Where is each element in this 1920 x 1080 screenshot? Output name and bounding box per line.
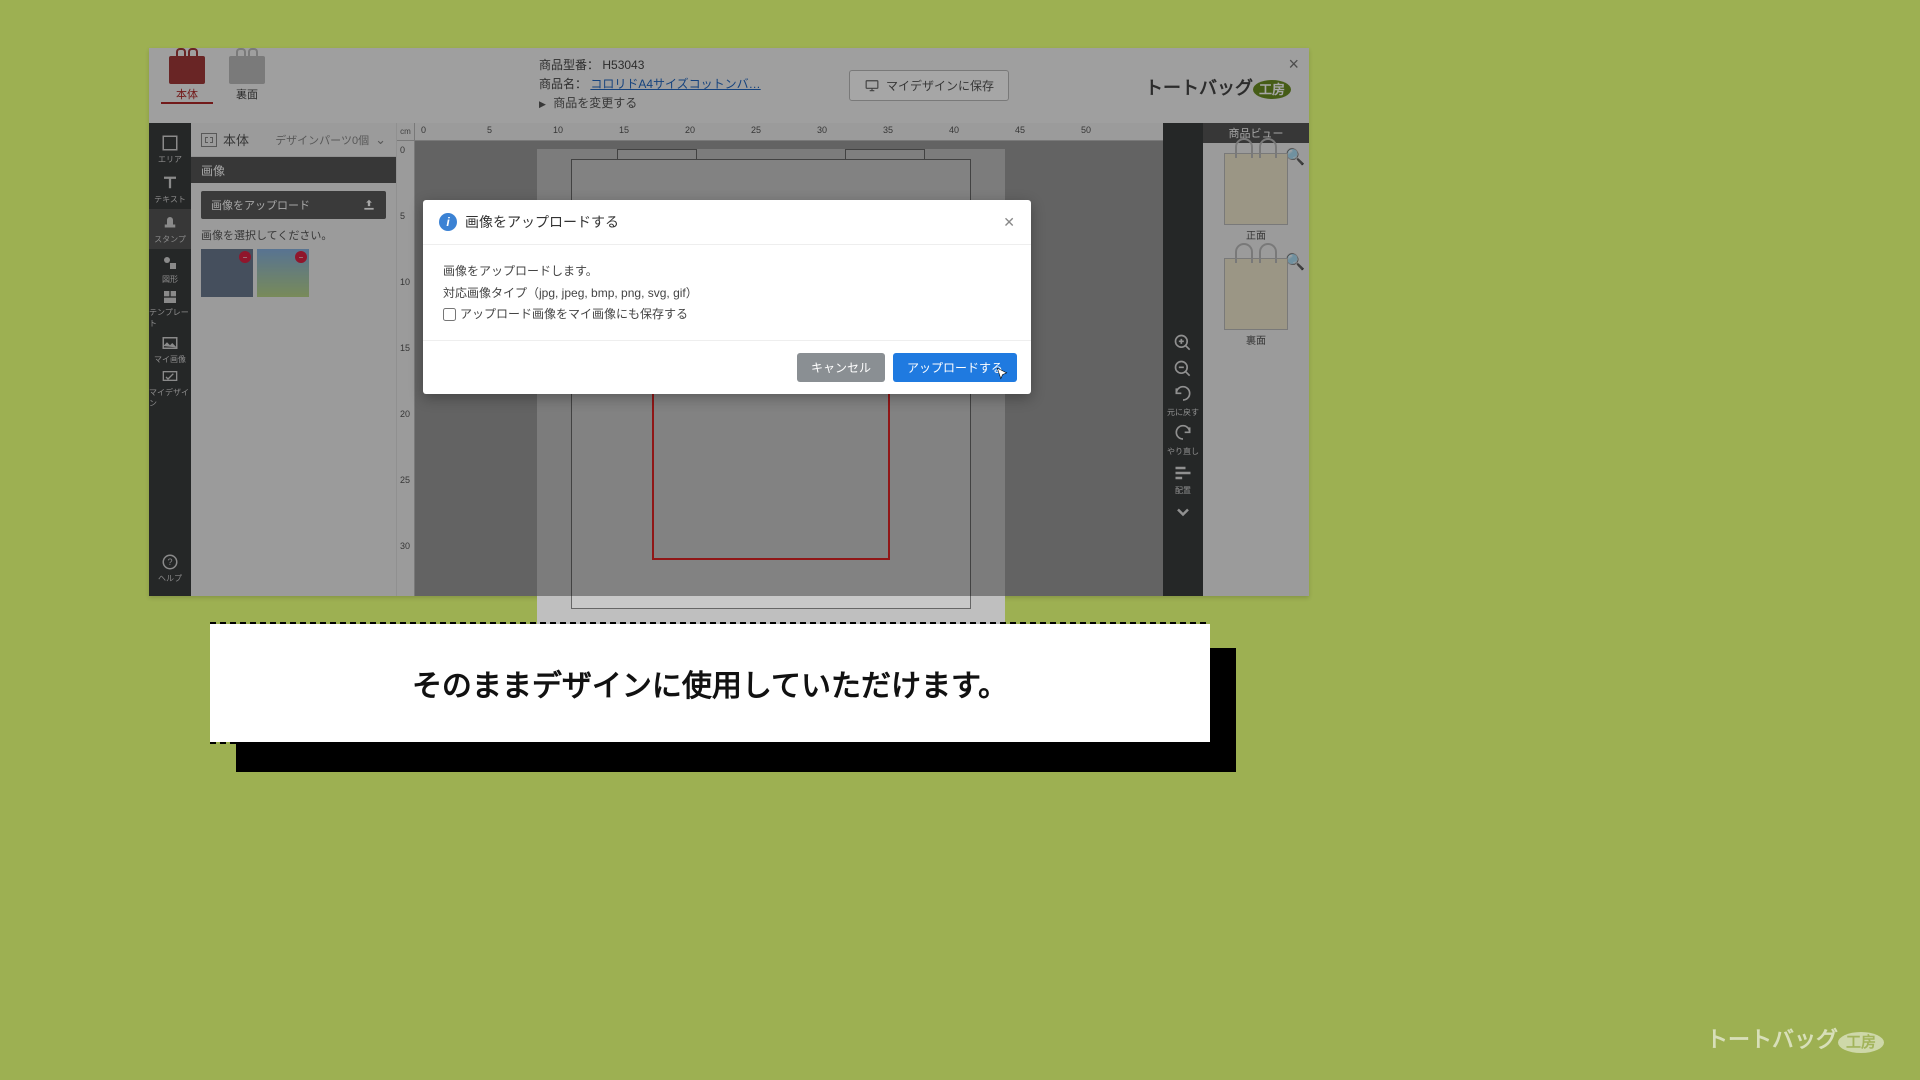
modal-text-line1: 画像をアップロードします。: [443, 261, 1011, 283]
upload-modal: i 画像をアップロードする ✕ 画像をアップロードします。 対応画像タイプ（jp…: [423, 200, 1031, 394]
modal-title: 画像をアップロードする: [465, 212, 619, 232]
caption: そのままデザインに使用していただけます。: [210, 624, 1210, 742]
checkbox-input[interactable]: [443, 308, 456, 321]
save-to-myimage-checkbox[interactable]: アップロード画像をマイ画像にも保存する: [443, 304, 1011, 326]
upload-submit-button[interactable]: アップロードする: [893, 353, 1017, 382]
modal-text-line2: 対応画像タイプ（jpg, jpeg, bmp, png, svg, gif）: [443, 283, 1011, 305]
modal-footer: キャンセル アップロードする: [423, 341, 1031, 394]
caption-card: そのままデザインに使用していただけます。: [210, 624, 1210, 742]
cursor-icon: [995, 367, 1009, 384]
cancel-button[interactable]: キャンセル: [797, 353, 885, 382]
caption-text: そのままデザインに使用していただけます。: [412, 661, 1008, 705]
info-icon: i: [439, 213, 457, 231]
modal-body: 画像をアップロードします。 対応画像タイプ（jpg, jpeg, bmp, pn…: [423, 245, 1031, 341]
modal-header: i 画像をアップロードする ✕: [423, 200, 1031, 245]
corner-brand-watermark: トートバッグ工房: [1706, 1022, 1884, 1054]
modal-close-button[interactable]: ✕: [1003, 214, 1015, 231]
